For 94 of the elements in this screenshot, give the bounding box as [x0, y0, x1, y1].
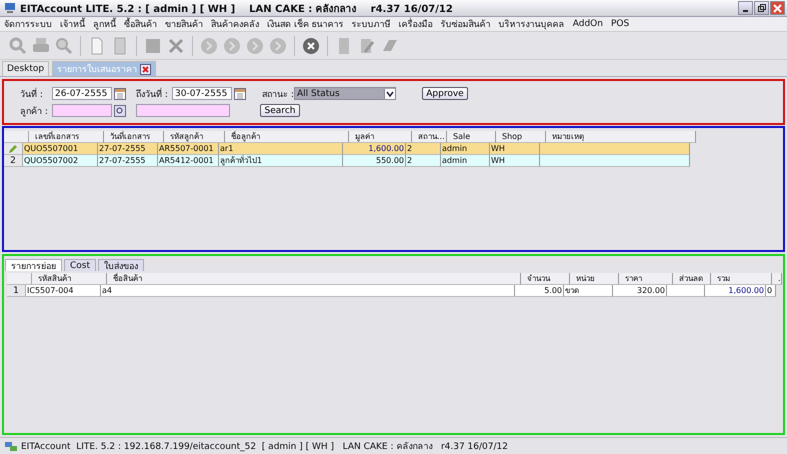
menu-item[interactable]: รับซ่อมสินค้า: [440, 17, 491, 31]
close-circle-icon[interactable]: [301, 36, 321, 56]
table-cell: 550.00: [343, 155, 406, 167]
table-cell: ลูกค้าทั่วไป1: [219, 155, 343, 167]
column-header[interactable]: รหัสลูกค้า: [164, 131, 225, 143]
table-cell: QUO5507001: [23, 143, 98, 155]
column-header[interactable]: วันที่เอกสาร: [104, 131, 164, 143]
column-header[interactable]: มูลค่า: [349, 131, 412, 143]
table-cell: 0: [766, 285, 776, 297]
menu-item[interactable]: เครื่องมือ: [398, 17, 433, 31]
table-cell: 27-07-2555: [98, 143, 158, 155]
column-header[interactable]: ราคา: [619, 273, 673, 285]
table-cell: a4: [101, 285, 515, 297]
table-cell: AR5412-0001: [158, 155, 219, 167]
arrow-circle-icon[interactable]: [199, 36, 219, 56]
table-cell: AR5507-0001: [158, 143, 219, 155]
restore-button[interactable]: [754, 1, 769, 15]
customer-name-field[interactable]: [136, 104, 230, 117]
arrow-circle-icon[interactable]: [245, 36, 265, 56]
column-header[interactable]: สถาน...: [412, 131, 447, 143]
table-cell: WH: [490, 143, 540, 155]
menu-item[interactable]: ระบบภาษี: [352, 17, 391, 31]
table-cell: 2: [406, 155, 441, 167]
date-from-field[interactable]: 26-07-2555: [52, 87, 112, 100]
date-to-label: ถึงวันที่ :: [136, 86, 169, 100]
column-header[interactable]: Shop: [496, 131, 546, 143]
column-header[interactable]: รหัสสินค้า: [32, 273, 107, 285]
close-icon: [773, 4, 782, 12]
column-header[interactable]: เลขที่เอกสาร: [29, 131, 104, 143]
tab[interactable]: Cost: [64, 259, 96, 271]
column-header[interactable]: รวม: [711, 273, 772, 285]
menu-item[interactable]: ลูกหนี้: [93, 17, 116, 31]
status-text: EITAccount LITE. 5.2 : 192.168.7.199/eitaccount_52 [ admin ] [ WH ] LAN CAKE : คลังกลาง r4.37 16/07/12: [21, 441, 508, 453]
column-header[interactable]: .: [772, 273, 782, 285]
tab[interactable]: Desktop: [2, 61, 50, 76]
customer-label: ลูกค้า :: [20, 106, 49, 118]
table-row[interactable]: QUO5507001 27-07-2555 AR5507-0001 ar1 1,600.00 2 admin WH: [4, 143, 783, 155]
column-header[interactable]: หมายเหตุ: [546, 131, 696, 143]
status-dropdown[interactable]: All Status: [294, 87, 396, 100]
calendar-icon[interactable]: [234, 88, 246, 100]
table-cell: [667, 285, 705, 297]
menu-item[interactable]: ขายสินค้า: [165, 17, 203, 31]
minimize-button[interactable]: [738, 1, 753, 15]
column-header[interactable]: Sale: [447, 131, 496, 143]
column-header[interactable]: จำนวน: [521, 273, 570, 285]
tab[interactable]: ใบส่งของ: [98, 259, 144, 271]
menu-item[interactable]: POS: [610, 19, 630, 29]
header-corner: [7, 273, 32, 285]
date-to-field[interactable]: 30-07-2555: [172, 87, 232, 100]
menu-item[interactable]: เจ้าหนี้: [60, 17, 85, 31]
table-cell: IC5507-004: [26, 285, 101, 297]
app-icon: [4, 2, 16, 14]
menu-item[interactable]: บริหารงานบุคคล: [498, 17, 565, 31]
table-cell: 320.00: [613, 285, 667, 297]
table-cell: ขวด: [564, 285, 613, 297]
menu-item[interactable]: ซื้อสินค้า: [124, 17, 157, 31]
table-cell: 27-07-2555: [98, 155, 158, 167]
menu-item[interactable]: AddOn: [572, 19, 603, 29]
arrow-circle-icon[interactable]: [268, 36, 288, 56]
search-icon[interactable]: [114, 104, 126, 116]
table-row[interactable]: 2 QUO5507002 27-07-2555 AR5412-0001 ลูกค้าทั่วไป1 550.00 2 admin WH: [4, 155, 783, 167]
table-cell: WH: [490, 155, 540, 167]
column-header[interactable]: ชื่อสินค้า: [107, 273, 521, 285]
approve-button[interactable]: Approve: [422, 87, 468, 100]
column-header[interactable]: หน่วย: [570, 273, 619, 285]
customer-code-field[interactable]: [52, 104, 112, 117]
table-cell: 1,600.00: [343, 143, 406, 155]
table-cell: admin: [441, 143, 490, 155]
caret-icon: [384, 88, 395, 98]
menu-item[interactable]: เงินสด เช็ค ธนาคาร: [267, 17, 344, 31]
date-from-label: วันที่ :: [20, 86, 44, 100]
header-corner: [4, 131, 29, 143]
table-cell: 5.00: [515, 285, 564, 297]
close-button[interactable]: [770, 1, 785, 15]
network-icon: [5, 440, 17, 452]
menu-item[interactable]: จัดการระบบ: [4, 17, 52, 31]
table-cell: 2: [406, 143, 441, 155]
table-cell: QUO5507002: [23, 155, 98, 167]
row-number: 2: [4, 155, 23, 167]
column-header[interactable]: ส่วนลด: [673, 273, 711, 285]
window-title: EITAccount LITE. 5.2 : [ admin ] [ WH ] LAN CAKE : คลังกลาง r4.37 16/07/12: [20, 2, 454, 16]
tab[interactable]: รายการย่อย: [5, 259, 62, 271]
arrow-circle-icon[interactable]: [222, 36, 242, 56]
menu-item[interactable]: สินค้าคงคลัง: [211, 17, 259, 31]
column-header[interactable]: ชื่อลูกค้า: [225, 131, 349, 143]
table-cell: ar1: [219, 143, 343, 155]
close-icon[interactable]: [140, 64, 152, 74]
status-label: สถานะ :: [262, 88, 292, 100]
calendar-icon[interactable]: [114, 88, 126, 100]
search-button[interactable]: Search: [260, 104, 300, 117]
restore-icon: [758, 4, 766, 12]
row-number: 1: [7, 285, 26, 297]
table-cell: admin: [441, 155, 490, 167]
table-cell: 1,600.00: [705, 285, 766, 297]
